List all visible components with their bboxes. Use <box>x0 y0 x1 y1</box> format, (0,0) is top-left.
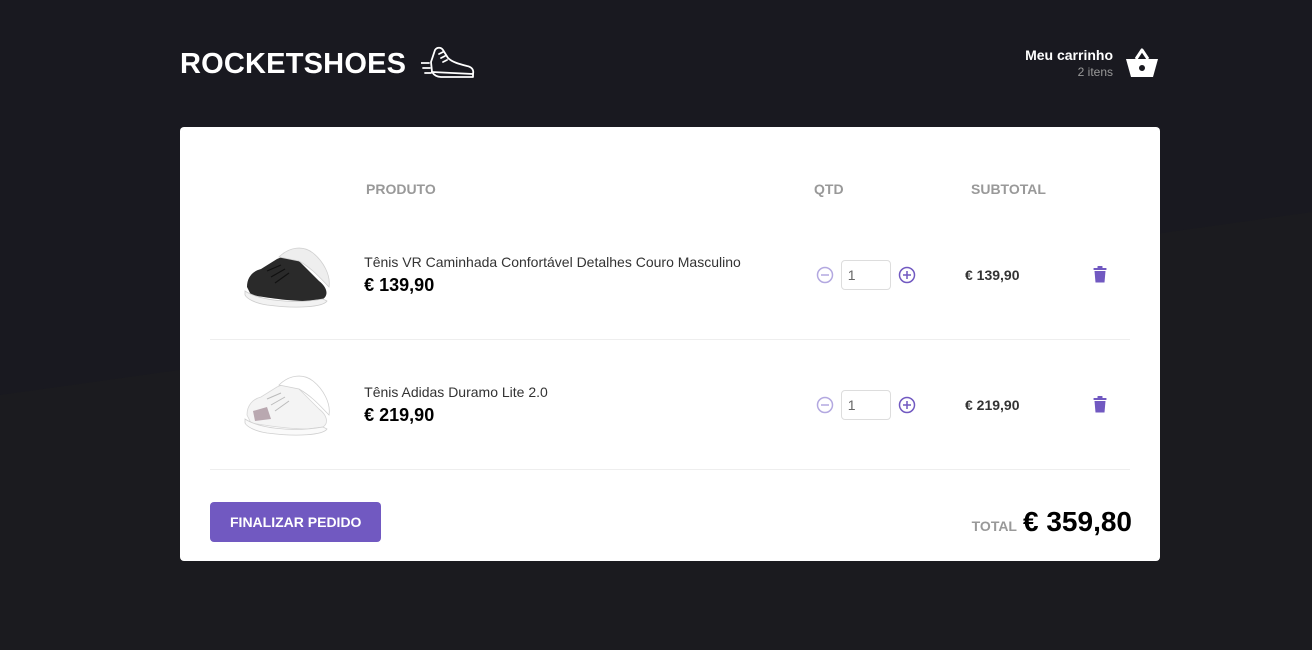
order-total: TOTAL € 359,80 <box>972 506 1132 538</box>
total-value: € 359,80 <box>1023 506 1132 537</box>
table-row: Tênis Adidas Duramo Lite 2.0 € 219,90 1 … <box>210 340 1130 470</box>
column-header-product: PRODUTO <box>366 180 436 197</box>
decrement-button[interactable] <box>815 395 835 415</box>
logo-text: ROCKETSHOES <box>180 47 407 80</box>
product-name: Tênis Adidas Duramo Lite 2.0 <box>364 383 548 400</box>
column-header-subtotal: SUBTOTAL <box>971 180 1046 197</box>
product-price: € 219,90 <box>364 404 435 425</box>
minus-circle-icon <box>816 396 834 413</box>
plus-circle-icon <box>898 396 916 413</box>
header: ROCKETSHOES Meu carrinho 2 itens <box>180 0 1160 127</box>
table-row: Tênis VR Caminhada Confortável Detalhes … <box>210 210 1130 340</box>
cart-title: Meu carrinho <box>1025 47 1113 63</box>
white-sneaker-image <box>244 375 330 435</box>
trash-icon[interactable] <box>1093 266 1107 283</box>
decrement-button[interactable] <box>815 265 835 285</box>
product-subtotal: € 219,90 <box>965 396 1020 413</box>
logo[interactable]: ROCKETSHOES <box>180 44 475 84</box>
increment-button[interactable] <box>897 395 917 415</box>
total-label: TOTAL <box>971 518 1017 534</box>
quantity-input[interactable] <box>840 389 891 420</box>
quantity-input[interactable] <box>840 259 891 290</box>
column-header-quantity: QTD <box>814 180 844 197</box>
trash-icon[interactable] <box>1093 396 1107 413</box>
finish-order-button[interactable]: FINALIZAR PEDIDO <box>210 502 382 542</box>
cart-footer: FINALIZAR PEDIDO TOTAL € 359,80 <box>210 502 1132 542</box>
product-price: € 139,90 <box>364 274 435 295</box>
black-sneaker-image <box>244 247 330 307</box>
plus-circle-icon <box>898 266 916 283</box>
product-subtotal: € 139,90 <box>965 266 1020 283</box>
increment-button[interactable] <box>897 265 917 285</box>
basket-icon <box>1126 48 1158 77</box>
cart-link[interactable]: Meu carrinho 2 itens <box>1025 47 1160 79</box>
product-name: Tênis VR Caminhada Confortável Detalhes … <box>364 253 741 270</box>
table-header: PRODUTO QTD SUBTOTAL <box>210 167 1130 210</box>
cart-count: 2 itens <box>1077 65 1113 79</box>
minus-circle-icon <box>816 266 834 283</box>
sneaker-icon <box>421 46 475 78</box>
cart-panel: PRODUTO QTD SUBTOTAL Tênis VR Caminhada … <box>180 127 1160 561</box>
